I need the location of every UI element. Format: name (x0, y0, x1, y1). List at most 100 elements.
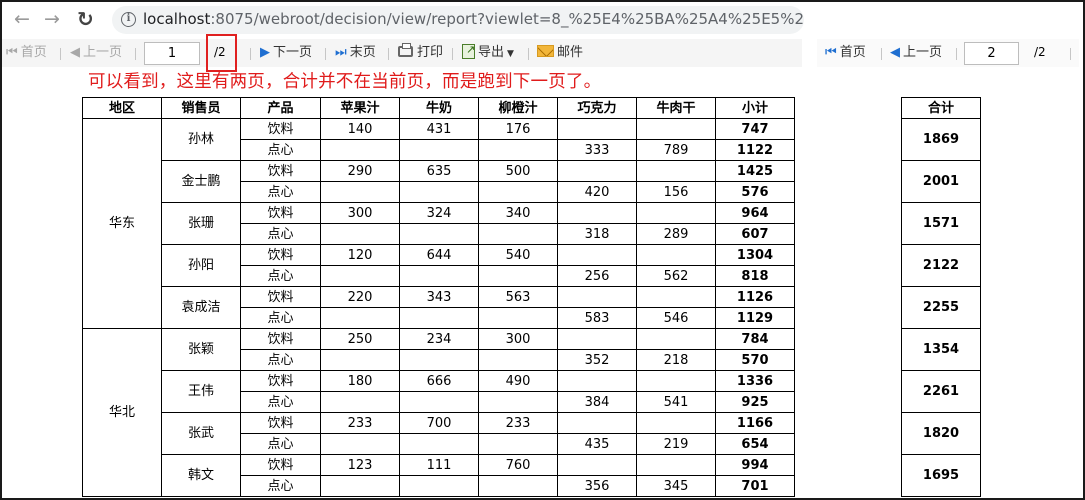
value-cell (399, 265, 479, 287)
value-cell (399, 307, 479, 329)
table-row: 金士鹏 饮料 290 635 500 1425 (83, 160, 795, 203)
value-cell: 541 (636, 391, 716, 413)
product-cell: 饮料 (240, 454, 321, 476)
toolbar-separator (60, 48, 61, 60)
subtotal-cell: 925 (715, 391, 795, 413)
value-cell: 420 (557, 181, 637, 203)
subtotal-cell: 570 (715, 349, 795, 371)
total-cell: 2001 (901, 160, 981, 203)
subtotal-cell: 784 (715, 328, 795, 350)
value-cell (478, 349, 558, 371)
page-total-highlight (206, 34, 237, 72)
table-row: 张珊 饮料 300 324 340 964 (83, 202, 795, 245)
next-page-button[interactable]: ▶ 下一页 (260, 44, 312, 62)
toolbar-separator (388, 48, 389, 60)
value-cell: 120 (320, 244, 400, 266)
total-row: 2001 (901, 160, 981, 203)
mail-label: 邮件 (557, 45, 584, 60)
value-cell (557, 412, 637, 434)
value-cell (320, 349, 400, 371)
last-page-button[interactable]: ⏭ 末页 (335, 44, 376, 62)
value-cell: 340 (478, 202, 558, 224)
last-page-label: 末页 (349, 45, 376, 60)
printer-icon (398, 43, 413, 57)
next-page-icon: ▶ (260, 45, 270, 60)
total-row: 2261 (901, 370, 981, 413)
reload-icon[interactable]: ↻ (77, 9, 94, 29)
column-header: 销售员 (161, 97, 241, 119)
value-cell (557, 370, 637, 392)
seller-cell: 韩文 (161, 454, 241, 497)
subtotal-cell: 701 (715, 475, 795, 497)
total-table: 合计 1869 2001 1571 2122 2255 1354 2261 1820 1695 (901, 97, 981, 497)
chevron-down-icon: ▼ (507, 49, 514, 59)
total-row: 1820 (901, 412, 981, 455)
prev-page-icon: ◀ (70, 45, 80, 60)
column-header: 小计 (715, 97, 795, 119)
arrow-right-icon[interactable]: → (44, 9, 60, 29)
value-cell: 123 (320, 454, 400, 476)
table-row: 韩文 饮料 123 111 760 994 (83, 454, 795, 497)
value-cell (557, 118, 637, 140)
total-cell: 2261 (901, 370, 981, 413)
value-cell: 219 (636, 433, 716, 455)
total-cell: 1869 (901, 118, 981, 161)
value-cell (636, 454, 716, 476)
value-cell: 644 (399, 244, 479, 266)
prev-page-button[interactable]: ◀ 上一页 (890, 44, 942, 62)
value-cell (320, 139, 400, 161)
value-cell: 289 (636, 223, 716, 245)
value-cell (636, 202, 716, 224)
seller-cell: 袁成洁 (161, 286, 241, 329)
page-total: /2 (1034, 45, 1046, 59)
value-cell: 300 (320, 202, 400, 224)
prev-page-button[interactable]: ◀ 上一页 (70, 44, 122, 62)
total-cell: 2122 (901, 244, 981, 287)
subtotal-cell: 1304 (715, 244, 795, 266)
url-field[interactable]: i localhost:8075/webroot/decision/view/r… (112, 6, 804, 34)
first-page-button[interactable]: ⏮ 首页 (825, 44, 866, 62)
region-cell: 华东 (82, 118, 162, 329)
product-cell: 点心 (240, 139, 321, 161)
value-cell (557, 202, 637, 224)
mail-button[interactable]: 邮件 (537, 44, 583, 62)
value-cell: 635 (399, 160, 479, 182)
page-number-input[interactable]: 1 (144, 42, 200, 65)
export-button[interactable]: 导出▼ (462, 41, 514, 63)
value-cell: 111 (399, 454, 479, 476)
arrow-left-icon[interactable]: ← (14, 9, 30, 29)
toolbar-separator (956, 48, 957, 60)
value-cell: 666 (399, 370, 479, 392)
print-label: 打印 (417, 45, 444, 60)
subtotal-cell: 1122 (715, 139, 795, 161)
export-icon (462, 41, 475, 59)
total-header: 合计 (901, 97, 981, 119)
subtotal-cell: 576 (715, 181, 795, 203)
info-icon[interactable]: i (121, 12, 136, 27)
value-cell (399, 475, 479, 497)
value-cell: 176 (478, 118, 558, 140)
first-page-button[interactable]: ⏮ 首页 (6, 44, 47, 62)
page-number-input[interactable]: 2 (964, 42, 1019, 65)
column-header: 牛肉干 (636, 97, 716, 119)
print-button[interactable]: 打印 (398, 43, 444, 62)
seller-cell: 孙阳 (161, 244, 241, 287)
table-row: 张武 饮料 233 700 233 1166 (83, 412, 795, 455)
value-cell: 218 (636, 349, 716, 371)
subtotal-cell: 747 (715, 118, 795, 140)
value-cell: 324 (399, 202, 479, 224)
seller-cell: 王伟 (161, 370, 241, 413)
value-cell: 540 (478, 244, 558, 266)
subtotal-cell: 1166 (715, 412, 795, 434)
first-page-label: 首页 (20, 45, 47, 60)
value-cell: 318 (557, 223, 637, 245)
value-cell (636, 118, 716, 140)
table-row: 王伟 饮料 180 666 490 1336 (83, 370, 795, 413)
value-cell: 760 (478, 454, 558, 476)
value-cell (636, 370, 716, 392)
total-row: 1695 (901, 454, 981, 497)
value-cell: 220 (320, 286, 400, 308)
value-cell (478, 391, 558, 413)
value-cell (478, 181, 558, 203)
mail-icon (537, 45, 554, 57)
